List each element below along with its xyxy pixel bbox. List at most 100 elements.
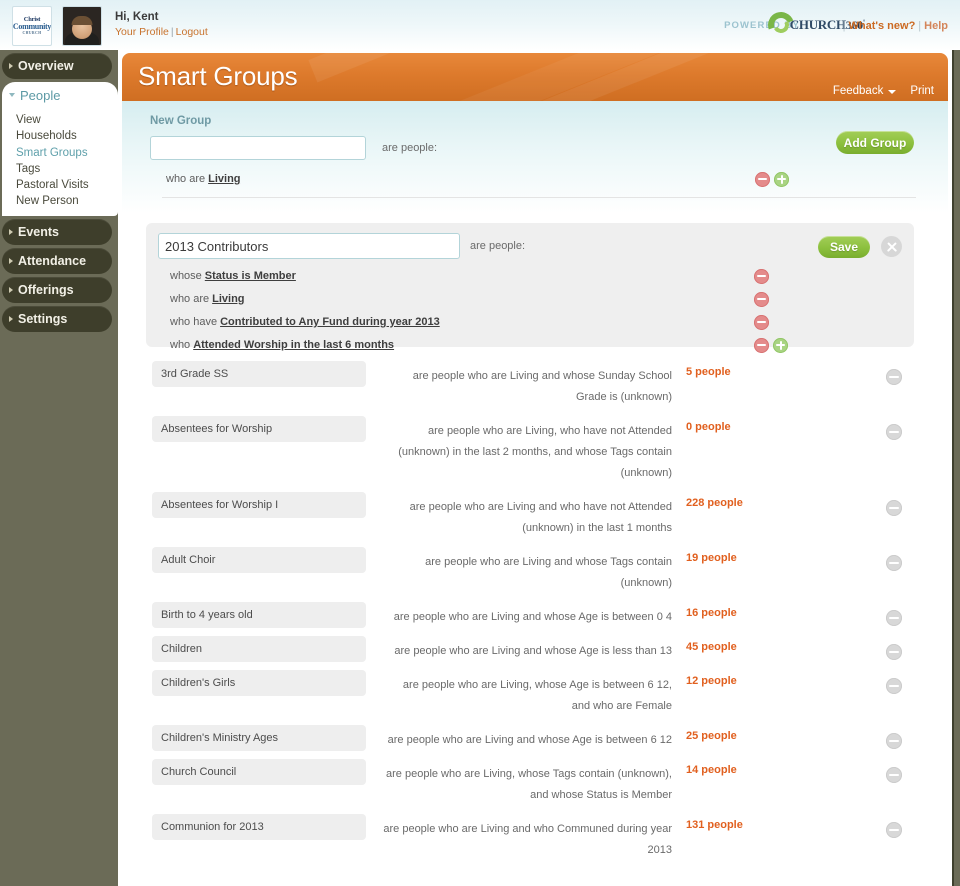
whats-new-link[interactable]: What's new? bbox=[849, 20, 916, 32]
your-profile-link[interactable]: Your Profile bbox=[115, 26, 169, 38]
remove-group-icon[interactable] bbox=[886, 678, 902, 694]
sidebar-item-label: Settings bbox=[18, 311, 68, 326]
remove-group-icon[interactable] bbox=[886, 369, 902, 385]
sidebar-item-view[interactable]: View bbox=[16, 112, 118, 128]
avatar-hair bbox=[71, 16, 93, 25]
group-name: Adult Choir bbox=[152, 547, 366, 573]
remove-group-icon[interactable] bbox=[886, 500, 902, 516]
sidebar-item-new-person[interactable]: New Person bbox=[16, 193, 118, 209]
group-count[interactable]: 5 people bbox=[686, 361, 796, 408]
church-logo: Christ Community CHURCH bbox=[12, 6, 52, 46]
group-name: Birth to 4 years old bbox=[152, 602, 366, 628]
group-name: Children's Ministry Ages bbox=[152, 725, 366, 751]
row-actions bbox=[886, 500, 902, 521]
user-greeting-block: Hi, Kent Your Profile | Logout bbox=[115, 11, 208, 38]
sidebar-item-people[interactable]: People bbox=[2, 82, 118, 108]
remove-group-icon[interactable] bbox=[886, 610, 902, 626]
row-actions bbox=[886, 822, 902, 843]
criterion-link[interactable]: Living bbox=[212, 293, 244, 305]
close-icon[interactable] bbox=[881, 236, 902, 257]
group-count[interactable]: 131 people bbox=[686, 814, 796, 861]
decor-swish-1 bbox=[308, 53, 596, 83]
table-row[interactable]: Absentees for Worship are people who are… bbox=[118, 412, 952, 488]
edit-group-name-input[interactable] bbox=[158, 233, 460, 259]
table-row[interactable]: Children's Girls are people who are Livi… bbox=[118, 666, 952, 721]
remove-group-icon[interactable] bbox=[886, 555, 902, 571]
page-title: Smart Groups bbox=[138, 61, 298, 91]
remove-group-icon[interactable] bbox=[886, 767, 902, 783]
table-row[interactable]: Children are people who are Living and w… bbox=[118, 632, 952, 666]
avatar bbox=[62, 6, 102, 46]
sidebar-item-tags[interactable]: Tags bbox=[16, 161, 118, 177]
criterion-link[interactable]: Attended Worship in the last 6 months bbox=[193, 339, 394, 351]
group-count[interactable]: 14 people bbox=[686, 759, 796, 806]
row-actions bbox=[886, 369, 902, 390]
group-count[interactable]: 228 people bbox=[686, 492, 796, 539]
group-description: are people who are Living and who have n… bbox=[409, 501, 672, 534]
sidebar-item-attendance[interactable]: Attendance bbox=[2, 247, 112, 274]
group-count[interactable]: 0 people bbox=[686, 416, 796, 484]
criterion-prefix: who bbox=[170, 339, 191, 351]
new-group-panel: New Group are people: Add Group who are … bbox=[122, 101, 948, 213]
edit-criterion-row: who have Contributed to Any Fund during … bbox=[158, 314, 900, 330]
sidebar-item-label: Offerings bbox=[18, 282, 74, 297]
table-row[interactable]: Communion for 2013 are people who are Li… bbox=[118, 810, 952, 865]
table-row[interactable]: Adult Choir are people who are Living an… bbox=[118, 543, 952, 598]
remove-group-icon[interactable] bbox=[886, 644, 902, 660]
criterion-prefix: whose bbox=[170, 270, 202, 282]
row-actions bbox=[886, 610, 902, 631]
row-actions bbox=[886, 767, 902, 788]
group-count[interactable]: 19 people bbox=[686, 547, 796, 594]
criterion-link[interactable]: Living bbox=[208, 173, 240, 185]
remove-group-icon[interactable] bbox=[886, 424, 902, 440]
sidebar-item-settings[interactable]: Settings bbox=[2, 305, 112, 332]
group-name: Children bbox=[152, 636, 366, 662]
add-criterion-icon[interactable] bbox=[774, 171, 789, 187]
sidebar-item-offerings[interactable]: Offerings bbox=[2, 276, 112, 303]
save-button[interactable]: Save bbox=[818, 236, 870, 258]
remove-criterion-icon[interactable] bbox=[755, 171, 770, 187]
new-group-name-input[interactable] bbox=[150, 136, 366, 160]
group-name: 3rd Grade SS bbox=[152, 361, 366, 387]
add-criterion-icon[interactable] bbox=[773, 337, 788, 353]
group-count[interactable]: 16 people bbox=[686, 602, 796, 628]
sidebar-item-households[interactable]: Households bbox=[16, 128, 118, 144]
remove-group-icon[interactable] bbox=[886, 733, 902, 749]
criterion-actions bbox=[754, 268, 769, 284]
logout-link[interactable]: Logout bbox=[176, 26, 208, 38]
group-name: Absentees for Worship I bbox=[152, 492, 366, 518]
criterion-prefix: who have bbox=[170, 316, 218, 328]
sidebar-item-pastoral-visits[interactable]: Pastoral Visits bbox=[16, 177, 118, 193]
criterion-prefix: who are bbox=[170, 293, 210, 305]
group-count[interactable]: 12 people bbox=[686, 670, 796, 717]
table-row[interactable]: Church Council are people who are Living… bbox=[118, 755, 952, 810]
criterion-link[interactable]: Status is Member bbox=[205, 270, 296, 282]
remove-criterion-icon[interactable] bbox=[754, 314, 769, 330]
print-button[interactable]: Print bbox=[910, 85, 934, 97]
group-count[interactable]: 45 people bbox=[686, 636, 796, 662]
sidebar-item-events[interactable]: Events bbox=[2, 218, 112, 245]
remove-criterion-icon[interactable] bbox=[754, 291, 769, 307]
group-description: are people who are Living and whose Age … bbox=[387, 734, 672, 746]
table-row[interactable]: Birth to 4 years old are people who are … bbox=[118, 598, 952, 632]
edit-criterion-row: who are Living bbox=[158, 291, 900, 307]
brand-name-text: CHURCH bbox=[789, 17, 846, 32]
table-row[interactable]: Absentees for Worship I are people who a… bbox=[118, 488, 952, 543]
remove-criterion-icon[interactable] bbox=[754, 337, 769, 353]
sidebar-item-smart-groups[interactable]: Smart Groups bbox=[16, 145, 118, 161]
help-link[interactable]: Help bbox=[924, 20, 948, 32]
group-name: Communion for 2013 bbox=[152, 814, 366, 840]
remove-group-icon[interactable] bbox=[886, 822, 902, 838]
group-count[interactable]: 25 people bbox=[686, 725, 796, 751]
sidebar: Overview People View Households Smart Gr… bbox=[0, 50, 118, 886]
sidebar-item-overview[interactable]: Overview bbox=[2, 53, 112, 79]
table-row[interactable]: Children's Ministry Ages are people who … bbox=[118, 721, 952, 755]
criterion-link[interactable]: Contributed to Any Fund during year 2013 bbox=[220, 316, 440, 328]
table-row[interactable]: 3rd Grade SS are people who are Living a… bbox=[118, 357, 952, 412]
criterion-actions bbox=[754, 337, 788, 353]
sidebar-item-label: Attendance bbox=[18, 253, 87, 268]
feedback-button[interactable]: Feedback bbox=[833, 85, 897, 97]
remove-criterion-icon[interactable] bbox=[754, 268, 769, 284]
add-group-button[interactable]: Add Group bbox=[836, 131, 914, 154]
criterion-actions bbox=[754, 314, 769, 330]
